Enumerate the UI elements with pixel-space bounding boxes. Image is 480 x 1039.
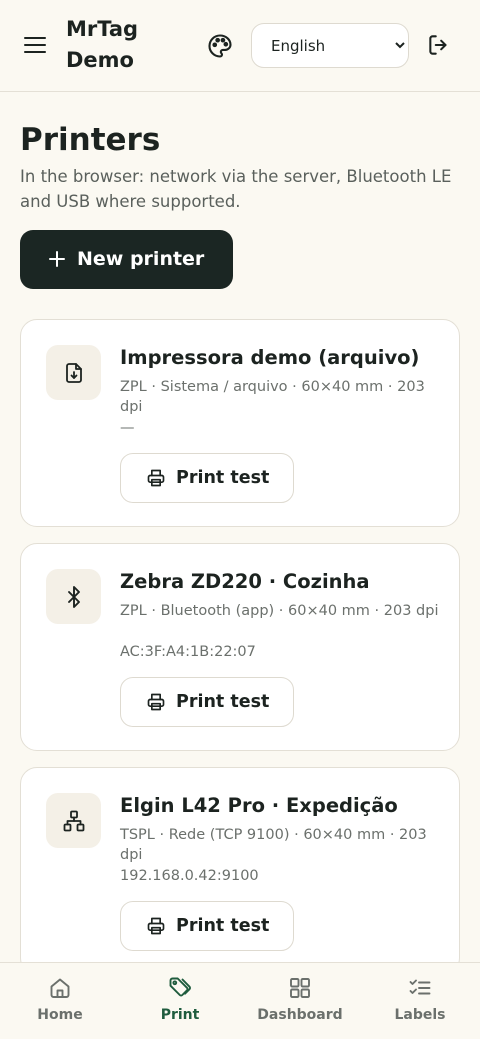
app-header: MrTag Demo English xyxy=(0,0,480,92)
brand-name: MrTag Demo xyxy=(66,17,139,72)
nav-label-home: Home xyxy=(37,1007,83,1023)
nav-label-print: Print xyxy=(160,1007,200,1023)
palette-icon[interactable] xyxy=(206,32,234,60)
print-test-label: Print test xyxy=(176,916,270,936)
page-title: Printers xyxy=(20,122,161,158)
print-test-label: Print test xyxy=(176,692,270,712)
nav-label-labels: Labels xyxy=(394,1007,446,1023)
new-printer-label: New printer xyxy=(77,248,205,270)
printer-name: Elgin L42 Pro · Expedição xyxy=(120,794,398,817)
checklist-icon xyxy=(409,979,431,995)
printer-meta: ZPL · Sistema / arquivo · 60×40 mm · 203… xyxy=(120,379,425,415)
printer-card: Impressora demo (arquivo) ZPL · Sistema … xyxy=(20,319,460,527)
print-test-button[interactable]: Print test xyxy=(120,901,294,951)
menu-icon[interactable] xyxy=(22,33,50,59)
nav-item-home[interactable]: Home xyxy=(0,963,120,1039)
printer-meta: TSPL · Rede (TCP 9100) · 60×40 mm · 203 … xyxy=(120,827,427,863)
printer-card: Elgin L42 Pro · Expedição TSPL · Rede (T… xyxy=(20,767,460,975)
printer-meta: ZPL · Bluetooth (app) · 60×40 mm · 203 d… xyxy=(120,603,439,619)
network-icon xyxy=(46,793,101,848)
new-printer-button[interactable]: New printer xyxy=(20,230,233,289)
printer-address: AC:3F:A4:1B:22:07 xyxy=(120,644,256,660)
print-test-label: Print test xyxy=(176,468,270,488)
language-select[interactable]: English xyxy=(251,23,409,68)
bottom-nav: Home Print Dashboard Labels xyxy=(0,962,480,1038)
home-icon xyxy=(50,978,70,998)
printer-card: Zebra ZD220 · Cozinha ZPL · Bluetooth (a… xyxy=(20,543,460,751)
logout-icon[interactable] xyxy=(426,32,454,60)
nav-item-dashboard[interactable]: Dashboard xyxy=(240,963,360,1039)
page-subtitle: In the browser: network via the server, … xyxy=(20,167,452,211)
print-test-button[interactable]: Print test xyxy=(120,453,294,503)
print-test-button[interactable]: Print test xyxy=(120,677,294,727)
printer-name: Zebra ZD220 · Cozinha xyxy=(120,570,370,593)
plus-icon xyxy=(49,251,65,267)
printer-icon xyxy=(147,917,165,935)
bluetooth-icon xyxy=(46,569,101,624)
printer-address: 192.168.0.42:9100 xyxy=(120,868,259,884)
printer-icon xyxy=(147,693,165,711)
grid-icon xyxy=(290,978,310,998)
nav-label-dashboard: Dashboard xyxy=(257,1007,343,1023)
file-download-icon xyxy=(46,345,101,400)
printer-icon xyxy=(147,469,165,487)
printer-address: — xyxy=(120,420,135,436)
nav-item-print[interactable]: Print xyxy=(120,963,240,1039)
tag-icon xyxy=(169,977,191,997)
printer-name: Impressora demo (arquivo) xyxy=(120,346,420,369)
nav-item-labels[interactable]: Labels xyxy=(360,963,480,1039)
